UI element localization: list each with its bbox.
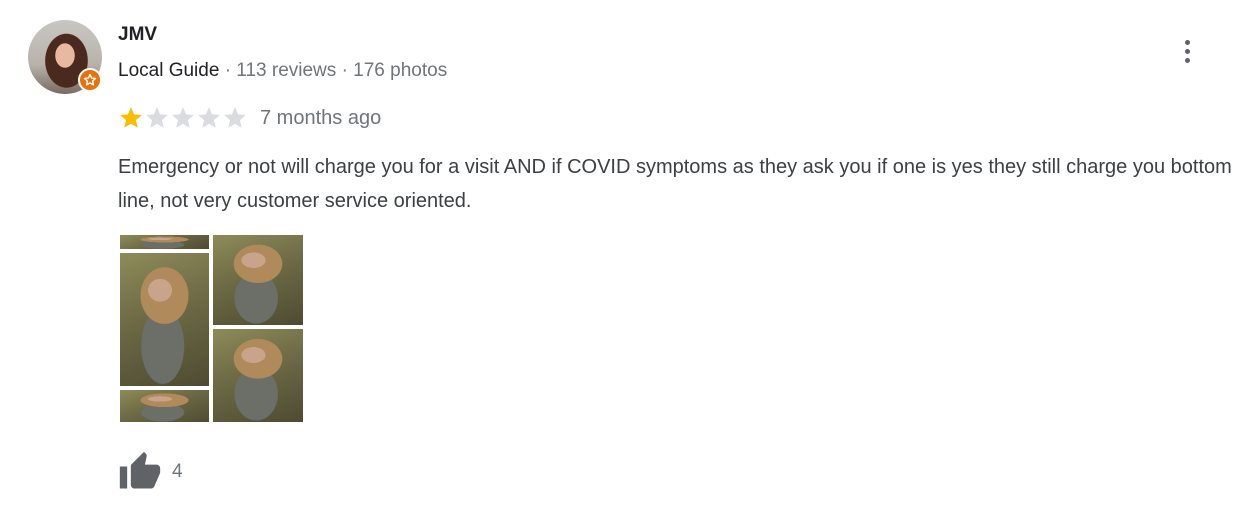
like-button[interactable]: 4 xyxy=(118,450,183,494)
photo-tile xyxy=(120,253,209,386)
thumb-up-icon xyxy=(119,451,161,489)
star-empty-icon xyxy=(198,107,220,128)
star-empty-icon xyxy=(146,107,168,128)
more-vert-icon xyxy=(1184,39,1190,45)
rating-row: 7 months ago xyxy=(118,104,381,132)
photo-tile xyxy=(213,329,303,422)
reviewer-meta: Local Guide · 113 reviews · 176 photos xyxy=(118,60,447,82)
meta-separator: · xyxy=(341,60,348,81)
review-date: 7 months ago xyxy=(260,106,382,129)
star-empty-icon xyxy=(224,107,246,128)
photo-count: 176 photos xyxy=(353,60,448,81)
local-guide-badge-icon xyxy=(78,68,102,92)
reviewer-name[interactable]: JMV xyxy=(118,24,157,46)
like-count: 4 xyxy=(172,461,183,482)
photo-tile xyxy=(213,235,303,325)
review-photo[interactable] xyxy=(120,235,303,422)
star-filled-icon xyxy=(120,107,142,128)
local-guide-label: Local Guide xyxy=(118,60,220,81)
review-text: Emergency or not will charge you for a v… xyxy=(118,156,1232,212)
star-rating xyxy=(118,105,248,131)
star-empty-icon xyxy=(172,107,194,128)
review-count: 113 reviews xyxy=(236,60,337,81)
photo-tile xyxy=(120,235,209,249)
more-options-button[interactable] xyxy=(1176,34,1198,68)
photo-tile xyxy=(120,390,209,422)
meta-separator: · xyxy=(224,60,232,81)
